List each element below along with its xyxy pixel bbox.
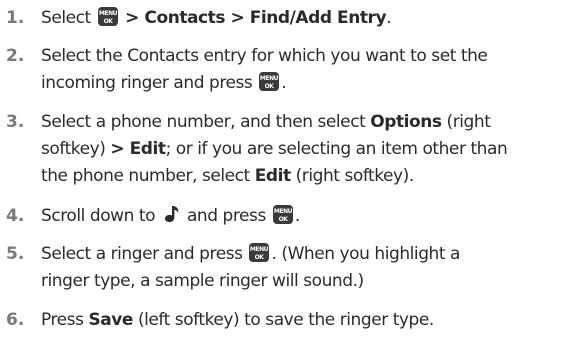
menu-ok-key-icon: MENU OK — [272, 205, 293, 224]
svg-text:OK: OK — [278, 216, 288, 223]
step-text-part: . — [281, 73, 287, 93]
step-text: Scroll down to and press MENU OK. — [41, 203, 569, 230]
svg-text:MENU: MENU — [250, 246, 269, 253]
svg-text:MENU: MENU — [260, 75, 279, 82]
menu-path: > Contacts > Find/Add Entry — [119, 8, 387, 28]
svg-text:MENU: MENU — [274, 208, 293, 215]
step-text: Select a ringer and press MENU OK. (When … — [41, 241, 569, 295]
step-text-part: Select a ringer and press — [41, 244, 248, 264]
edit-label: Edit — [254, 166, 291, 186]
step-text-part: incoming ringer and press — [41, 73, 258, 93]
menu-ok-key-icon: MENU OK — [249, 243, 270, 262]
step-number: 6. — [6, 310, 25, 330]
step-text-part: (right — [441, 112, 491, 132]
save-label: Save — [88, 310, 133, 330]
step-number: 3. — [6, 112, 25, 132]
step-text-part: Select the Contacts entry for which you … — [41, 46, 488, 66]
step-text-part: ringer type, a sample ringer will sound.… — [41, 271, 364, 291]
step-text-part: . — [294, 206, 300, 226]
step-text-part: ; or if you are selecting an item other … — [165, 139, 508, 159]
step-text-part: the phone number, select — [41, 166, 255, 186]
svg-text:MENU: MENU — [99, 10, 118, 17]
svg-text:OK: OK — [103, 18, 113, 25]
step-text-part: Select a phone number, and then select — [41, 112, 371, 132]
step-text: Select the Contacts entry for which you … — [41, 43, 569, 97]
step-text-part: . (When you highlight a — [271, 244, 460, 264]
ringer-note-icon — [161, 204, 181, 224]
edit-path: > Edit — [110, 139, 166, 159]
menu-ok-key-icon: MENU OK — [259, 72, 280, 91]
step-text: Select a phone number, and then select O… — [41, 109, 569, 190]
step-text: Select MENU OK > Contacts > Find/Add Entr… — [41, 5, 569, 32]
step-number: 2. — [6, 46, 25, 66]
step-text-part: Select — [41, 8, 96, 28]
step-text-part: (right softkey). — [290, 166, 415, 186]
step-text: Press Save (left softkey) to save the ri… — [41, 307, 569, 334]
step-text-part: Press — [41, 310, 89, 330]
step-number: 5. — [6, 244, 25, 264]
step-number: 4. — [6, 206, 25, 226]
step-text-part: softkey) — [41, 139, 111, 159]
step-number: 1. — [6, 8, 25, 28]
step-text-part: . — [386, 8, 392, 28]
instruction-steps: 1. Select MENU OK > Contacts > Find/Add E… — [0, 0, 573, 351]
menu-ok-key-icon: MENU OK — [97, 7, 118, 26]
svg-text:OK: OK — [265, 83, 275, 90]
step-text-part: (left softkey) to save the ringer type. — [132, 310, 434, 330]
step-text-part: Scroll down to — [41, 206, 160, 226]
step-text-part: and press — [182, 206, 271, 226]
svg-text:OK: OK — [255, 254, 265, 261]
options-label: Options — [370, 112, 442, 132]
